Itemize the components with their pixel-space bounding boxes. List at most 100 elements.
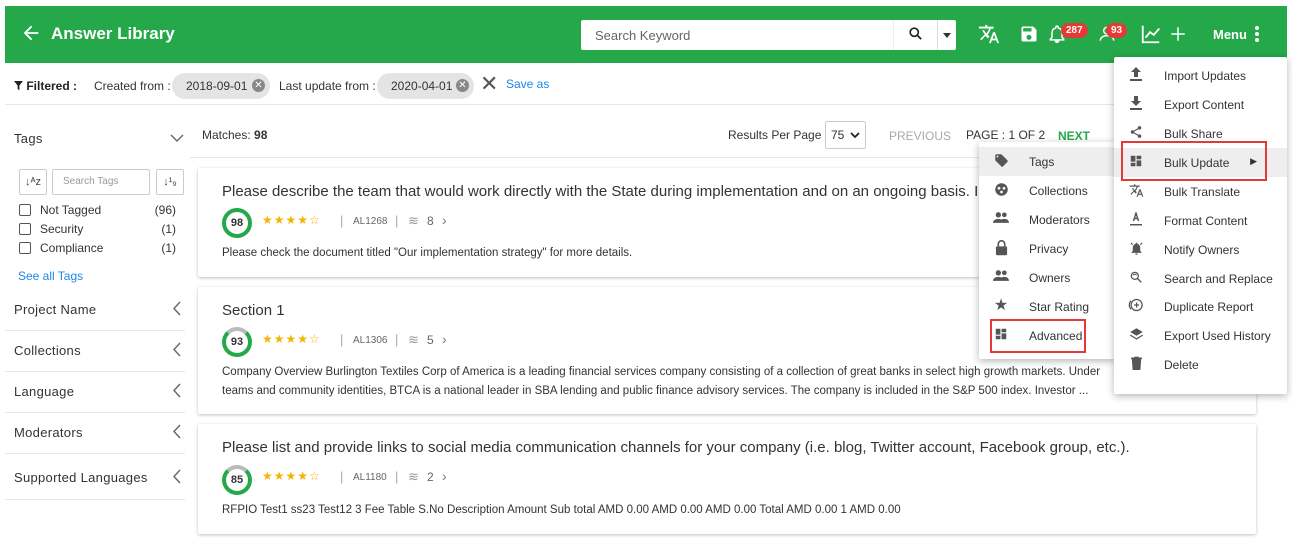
trash-icon [1128, 356, 1144, 372]
facet-project-name[interactable]: Project Name [5, 290, 185, 331]
results-per-page-label: Results Per Page [728, 128, 822, 142]
chevron-left-icon [172, 469, 181, 487]
menu-item-notify-owners[interactable]: Notify Owners [1114, 235, 1287, 264]
layers-icon: ≋ [408, 332, 419, 347]
notifications-badge: 287 [1061, 23, 1088, 38]
save-as-link[interactable]: Save as [506, 77, 549, 91]
answer-card[interactable]: Please list and provide links to social … [198, 424, 1256, 534]
menu-item-import-updates[interactable]: Import Updates [1114, 61, 1287, 90]
app-header: Answer Library 287 93 Menu [5, 6, 1287, 63]
menu-item-export-used-history[interactable]: Export Used History [1114, 321, 1287, 350]
answer-id: AL1180 [353, 472, 387, 483]
highlight-box [990, 319, 1086, 353]
sort-az-button[interactable]: ↓ᴬz [19, 169, 47, 195]
chevron-down-icon[interactable] [170, 131, 184, 146]
usage-count: 8 [427, 214, 434, 228]
find-replace-icon [1128, 270, 1144, 286]
chevron-right-icon[interactable]: › [442, 468, 447, 484]
people-icon [993, 269, 1009, 285]
chevron-right-icon[interactable]: › [442, 212, 447, 228]
chevron-left-icon [172, 342, 181, 360]
card-body: RFPIO Test1 ss23 Test12 3 Fee Table S.No… [222, 504, 901, 516]
users-badge: 93 [1106, 23, 1128, 38]
search-icon [908, 26, 923, 44]
search-options-dropdown[interactable] [937, 20, 956, 50]
menu-item-duplicate-report[interactable]: Duplicate Report [1114, 292, 1287, 321]
layers-icon: ≋ [408, 469, 419, 484]
tag-option[interactable]: Security (1) [19, 220, 179, 238]
created-from-chip[interactable]: 2018-09-01 ✕ [172, 73, 270, 99]
duplicate-icon [1128, 298, 1144, 314]
submenu-item-owners[interactable]: Owners [979, 263, 1115, 292]
submenu-item-star-rating[interactable]: ★ Star Rating [979, 292, 1115, 321]
star-rating[interactable]: ★★★★☆ [262, 469, 321, 483]
page-title: Answer Library [51, 24, 175, 43]
usage-count: 2 [427, 470, 434, 484]
card-title[interactable]: Section 1 [222, 302, 285, 319]
see-all-tags-link[interactable]: See all Tags [18, 269, 83, 283]
star-rating[interactable]: ★★★★☆ [262, 213, 321, 227]
add-icon[interactable] [1166, 22, 1190, 46]
submenu-item-tags[interactable]: Tags [979, 147, 1115, 176]
page-info: PAGE : 1 OF 2 [966, 128, 1046, 142]
chart-icon[interactable] [1139, 22, 1163, 46]
menu-item-bulk-translate[interactable]: Bulk Translate [1114, 177, 1287, 206]
previous-page-button[interactable]: PREVIOUS [889, 129, 951, 143]
sort-count-button[interactable]: ↓¹₉ [156, 169, 184, 195]
card-title[interactable]: Please list and provide links to social … [222, 439, 1130, 456]
star-rating[interactable]: ★★★★☆ [262, 332, 321, 346]
facet-language[interactable]: Language [5, 372, 185, 413]
results-per-page-select[interactable]: 75 [825, 121, 866, 149]
chevron-left-icon [172, 301, 181, 319]
translate-icon[interactable] [977, 22, 1001, 46]
highlight-box [1121, 141, 1267, 181]
menu-item-format-content[interactable]: Format Content [1114, 206, 1287, 235]
menu-button[interactable]: Menu [1213, 27, 1247, 42]
main-menu: Import Updates Export Content Bulk Share… [1114, 57, 1287, 394]
menu-item-export-content[interactable]: Export Content [1114, 90, 1287, 119]
submenu-item-privacy[interactable]: Privacy [979, 234, 1115, 263]
card-body-line: teams and community identities, BTCA is … [222, 385, 1089, 397]
chevron-left-icon [172, 424, 181, 442]
score-badge: 93 [222, 327, 252, 357]
facet-moderators[interactable]: Moderators [5, 413, 185, 454]
last-update-chip[interactable]: 2020-04-01 ✕ [377, 73, 474, 99]
remove-chip-icon[interactable]: ✕ [252, 79, 265, 92]
upload-icon [1128, 67, 1144, 83]
clear-filters-icon[interactable]: ✕ [480, 71, 498, 97]
tags-facet-title[interactable]: Tags [14, 131, 43, 146]
checkbox[interactable] [19, 204, 31, 216]
chevron-right-icon[interactable]: › [442, 331, 447, 347]
search-button[interactable] [893, 20, 937, 50]
share-icon [1128, 125, 1144, 141]
alarm-icon [1128, 241, 1144, 257]
menu-item-delete[interactable]: Delete [1114, 350, 1287, 379]
tag-option[interactable]: Compliance (1) [19, 239, 179, 257]
more-vert-icon[interactable] [1245, 22, 1269, 46]
answer-id: AL1268 [353, 216, 388, 227]
submenu-item-moderators[interactable]: Moderators [979, 205, 1115, 234]
facet-collections[interactable]: Collections [5, 331, 185, 372]
checkbox[interactable] [19, 223, 31, 235]
facet-supported-languages[interactable]: Supported Languages [5, 458, 185, 500]
filter-bar: Filtered : Created from : 2018-09-01 ✕ L… [5, 63, 1287, 105]
matches-count: Matches: 98 [202, 128, 268, 142]
next-page-button[interactable]: NEXT [1058, 129, 1090, 143]
card-body-line: Company Overview Burlington Textiles Cor… [222, 366, 1101, 378]
submenu-item-collections[interactable]: Collections [979, 176, 1115, 205]
checkbox[interactable] [19, 242, 31, 254]
remove-chip-icon[interactable]: ✕ [456, 79, 469, 92]
menu-item-search-and-replace[interactable]: Search and Replace [1114, 264, 1287, 293]
card-title[interactable]: Please describe the team that would work… [222, 183, 994, 200]
card-body: Please check the document titled "Our im… [222, 247, 633, 259]
layers-icon: ≋ [408, 213, 419, 228]
tag-option[interactable]: Not Tagged (96) [19, 201, 179, 219]
back-arrow-icon[interactable] [20, 22, 42, 44]
chevron-down-icon [850, 122, 860, 148]
layers-icon [1128, 327, 1144, 343]
save-icon[interactable] [1017, 22, 1041, 46]
search-input[interactable] [581, 20, 891, 50]
star-icon: ★ [993, 297, 1009, 314]
tag-search-input[interactable]: Search Tags [52, 169, 150, 195]
search-box [581, 20, 956, 50]
